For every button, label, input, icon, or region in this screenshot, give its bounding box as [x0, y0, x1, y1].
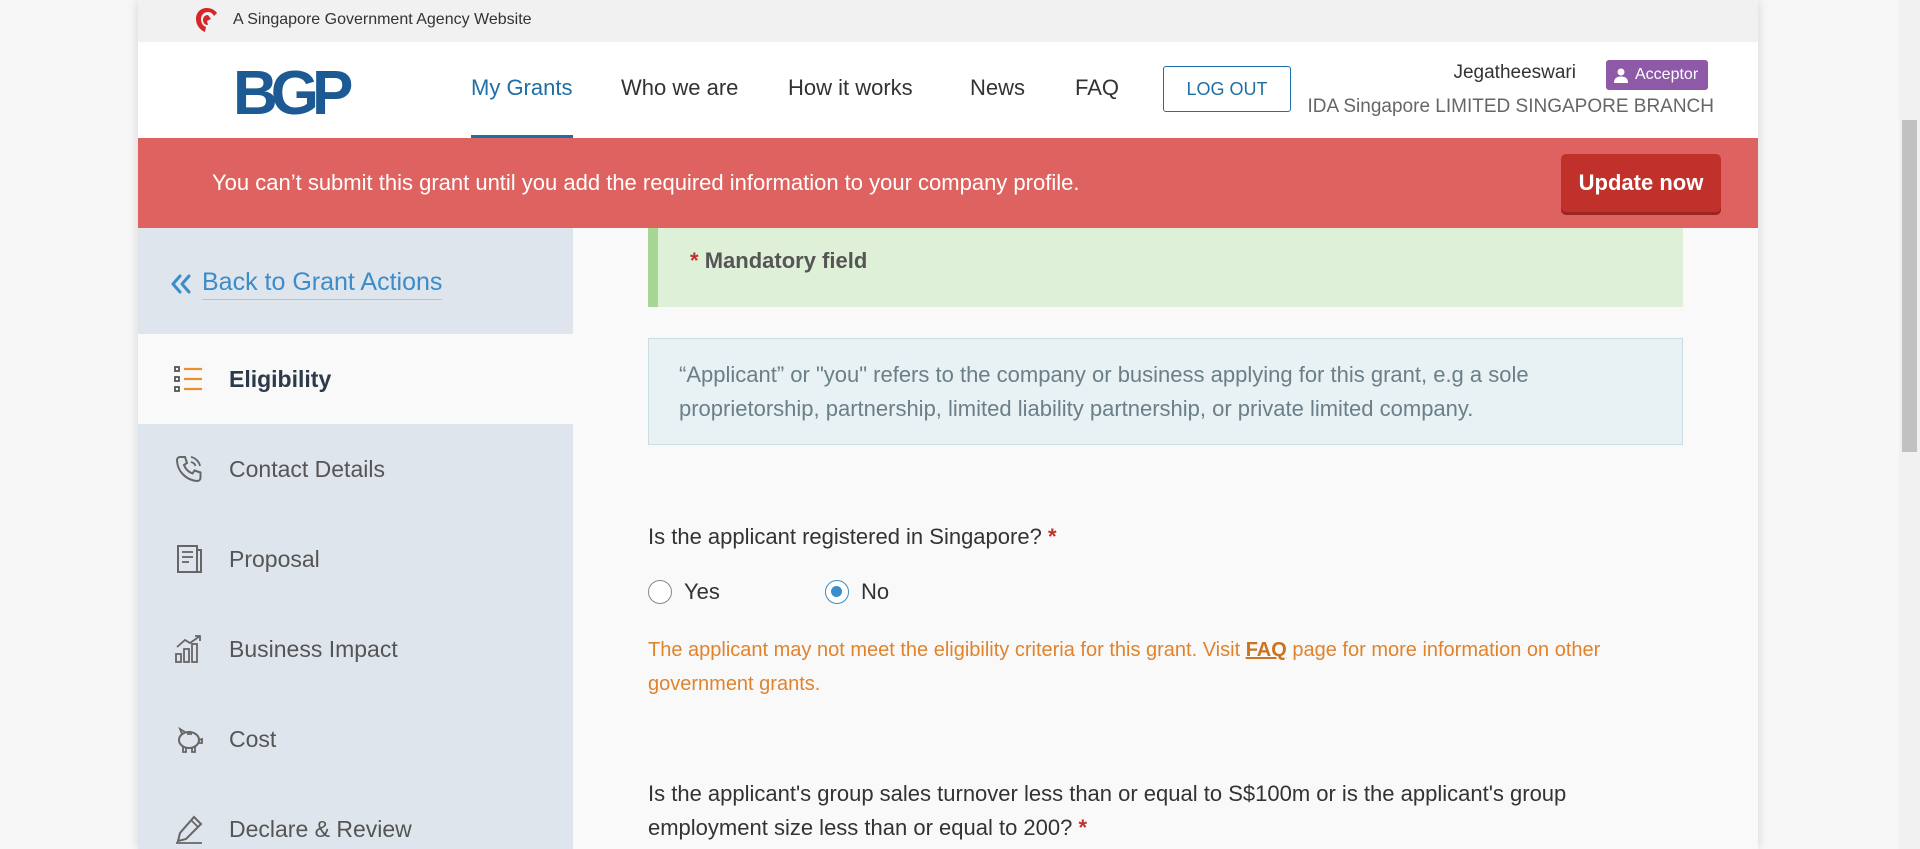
piggy-bank-icon [178, 726, 203, 753]
radio-label: Yes [684, 579, 720, 604]
logout-button[interactable]: LOG OUT [1163, 66, 1291, 112]
gov-banner: A Singapore Government Agency Website [138, 0, 1758, 42]
mandatory-field-note: * Mandatory field [648, 228, 1683, 307]
double-chevron-left-icon [171, 274, 191, 294]
required-marker: * [1078, 815, 1088, 840]
nav-who-we-are[interactable]: Who we are [621, 75, 738, 101]
sidebar-item-contact-details[interactable]: Contact Details [138, 424, 573, 514]
page: A Singapore Government Agency Website BG… [138, 0, 1758, 849]
radio-option-yes[interactable]: Yes [648, 579, 720, 605]
list-icon [174, 366, 202, 392]
sidebar-item-label: Cost [229, 725, 277, 752]
eligibility-warning: The applicant may not meet the eligibili… [648, 633, 1628, 701]
nav-news[interactable]: News [970, 75, 1025, 101]
radio-label: No [861, 579, 890, 604]
sidebar: Back to Grant Actions Eligibility Contac… [138, 228, 573, 849]
role-badge: Acceptor [1606, 60, 1709, 90]
bgp-logo[interactable]: BGP [233, 63, 353, 125]
sidebar-item-label: Contact Details [229, 455, 385, 482]
nav-faq[interactable]: FAQ [1075, 75, 1119, 101]
form-content: * Mandatory field “Applicant” or "you" r… [573, 228, 1758, 849]
question-text: Is the applicant registered in Singapore… [648, 524, 1042, 549]
nav-my-grants[interactable]: My Grants [471, 75, 572, 101]
sidebar-item-label: Eligibility [229, 365, 332, 392]
radio-option-no[interactable]: No [825, 579, 889, 605]
scrollbar-thumb[interactable] [1902, 120, 1917, 452]
sidebar-item-proposal[interactable]: Proposal [138, 514, 573, 604]
radio-button[interactable] [648, 580, 672, 604]
sidebar-item-eligibility[interactable]: Eligibility [138, 334, 573, 424]
back-to-grant-actions-link[interactable]: Back to Grant Actions [170, 268, 443, 300]
warning-text: The applicant may not meet the eligibili… [648, 639, 1246, 661]
question-registered-in-singapore: Is the applicant registered in Singapore… [648, 520, 1057, 554]
chart-icon [175, 635, 201, 663]
organization-name: IDA Singapore LIMITED SINGAPORE BRANCH [1307, 96, 1714, 117]
user-icon [1614, 68, 1628, 83]
question-group-sales-turnover: Is the applicant's group sales turnover … [648, 777, 1648, 845]
update-now-button[interactable]: Update now [1561, 154, 1721, 212]
applicant-definition-note: “Applicant” or "you" refers to the compa… [648, 338, 1683, 445]
faq-link[interactable]: FAQ [1246, 639, 1287, 661]
gov-banner-text: A Singapore Government Agency Website [233, 11, 532, 28]
main-nav: BGP My Grants Who we are How it works Ne… [138, 42, 1758, 138]
question-text: Is the applicant's group sales turnover … [648, 781, 1567, 840]
sidebar-item-cost[interactable]: Cost [138, 694, 573, 784]
role-label: Acceptor [1635, 66, 1699, 83]
nav-how-it-works[interactable]: How it works [788, 75, 913, 101]
sidebar-item-declare-review[interactable]: Declare & Review [138, 784, 573, 849]
sidebar-item-business-impact[interactable]: Business Impact [138, 604, 573, 694]
alert-message: You can’t submit this grant until you ad… [212, 170, 1080, 195]
mandatory-note-text: Mandatory field [704, 248, 868, 273]
required-marker: * [1047, 524, 1057, 549]
pen-icon [176, 815, 203, 844]
page-scrollbar[interactable] [1899, 0, 1920, 849]
phone-icon [175, 456, 202, 483]
document-icon [177, 545, 202, 573]
user-name: Jegatheeswari [1453, 62, 1576, 83]
radio-button-selected[interactable] [825, 580, 849, 604]
sidebar-item-label: Business Impact [229, 635, 398, 662]
singapore-lion-icon [196, 8, 217, 32]
back-link-label: Back to Grant Actions [202, 268, 443, 300]
sidebar-item-label: Proposal [229, 545, 320, 572]
sidebar-item-label: Declare & Review [229, 815, 412, 842]
profile-alert-banner: You can’t submit this grant until you ad… [138, 138, 1758, 228]
required-marker: * [690, 248, 699, 273]
